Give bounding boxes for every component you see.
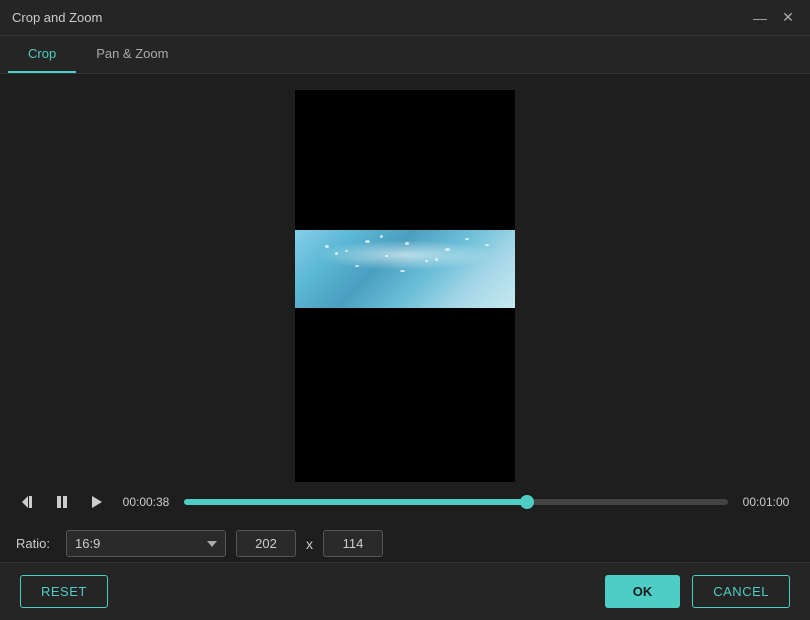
window-title: Crop and Zoom: [12, 10, 102, 25]
play-button[interactable]: [84, 490, 108, 514]
playback-controls: 00:00:38 00:01:00: [0, 482, 810, 522]
close-button[interactable]: ✕: [778, 8, 798, 28]
pause-icon: [54, 494, 70, 510]
window-controls: — ✕: [750, 8, 798, 28]
footer-right-buttons: OK CANCEL: [605, 575, 790, 608]
width-input[interactable]: [236, 530, 296, 557]
fish-particles: [295, 230, 515, 308]
reset-button[interactable]: RESET: [20, 575, 108, 608]
tabs-bar: Crop Pan & Zoom: [0, 36, 810, 74]
ratio-select[interactable]: 16:9 4:3 1:1 9:16 Custom: [66, 530, 226, 557]
pause-button[interactable]: [50, 490, 74, 514]
rewind-button[interactable]: [16, 490, 40, 514]
ok-button[interactable]: OK: [605, 575, 681, 608]
video-black-bottom: [295, 308, 515, 482]
progress-bar[interactable]: [184, 499, 728, 505]
video-preview: [295, 90, 515, 482]
rewind-icon: [20, 494, 36, 510]
footer: RESET OK CANCEL: [0, 562, 810, 620]
ratio-row: Ratio: 16:9 4:3 1:1 9:16 Custom x: [0, 522, 810, 562]
minimize-button[interactable]: —: [750, 8, 770, 28]
play-icon: [88, 494, 104, 510]
tab-crop[interactable]: Crop: [8, 36, 76, 73]
progress-fill: [184, 499, 527, 505]
video-frame: [295, 230, 515, 308]
cancel-button[interactable]: CANCEL: [692, 575, 790, 608]
video-black-top: [295, 90, 515, 230]
title-bar: Crop and Zoom — ✕: [0, 0, 810, 36]
main-content: 00:00:38 00:01:00 Ratio: 16:9 4:3 1:1 9:…: [0, 74, 810, 562]
total-time: 00:01:00: [738, 495, 794, 509]
ratio-label: Ratio:: [16, 536, 56, 551]
current-time: 00:00:38: [118, 495, 174, 509]
tab-pan-zoom[interactable]: Pan & Zoom: [76, 36, 188, 73]
progress-thumb[interactable]: [520, 495, 534, 509]
height-input[interactable]: [323, 530, 383, 557]
x-separator: x: [306, 536, 313, 552]
